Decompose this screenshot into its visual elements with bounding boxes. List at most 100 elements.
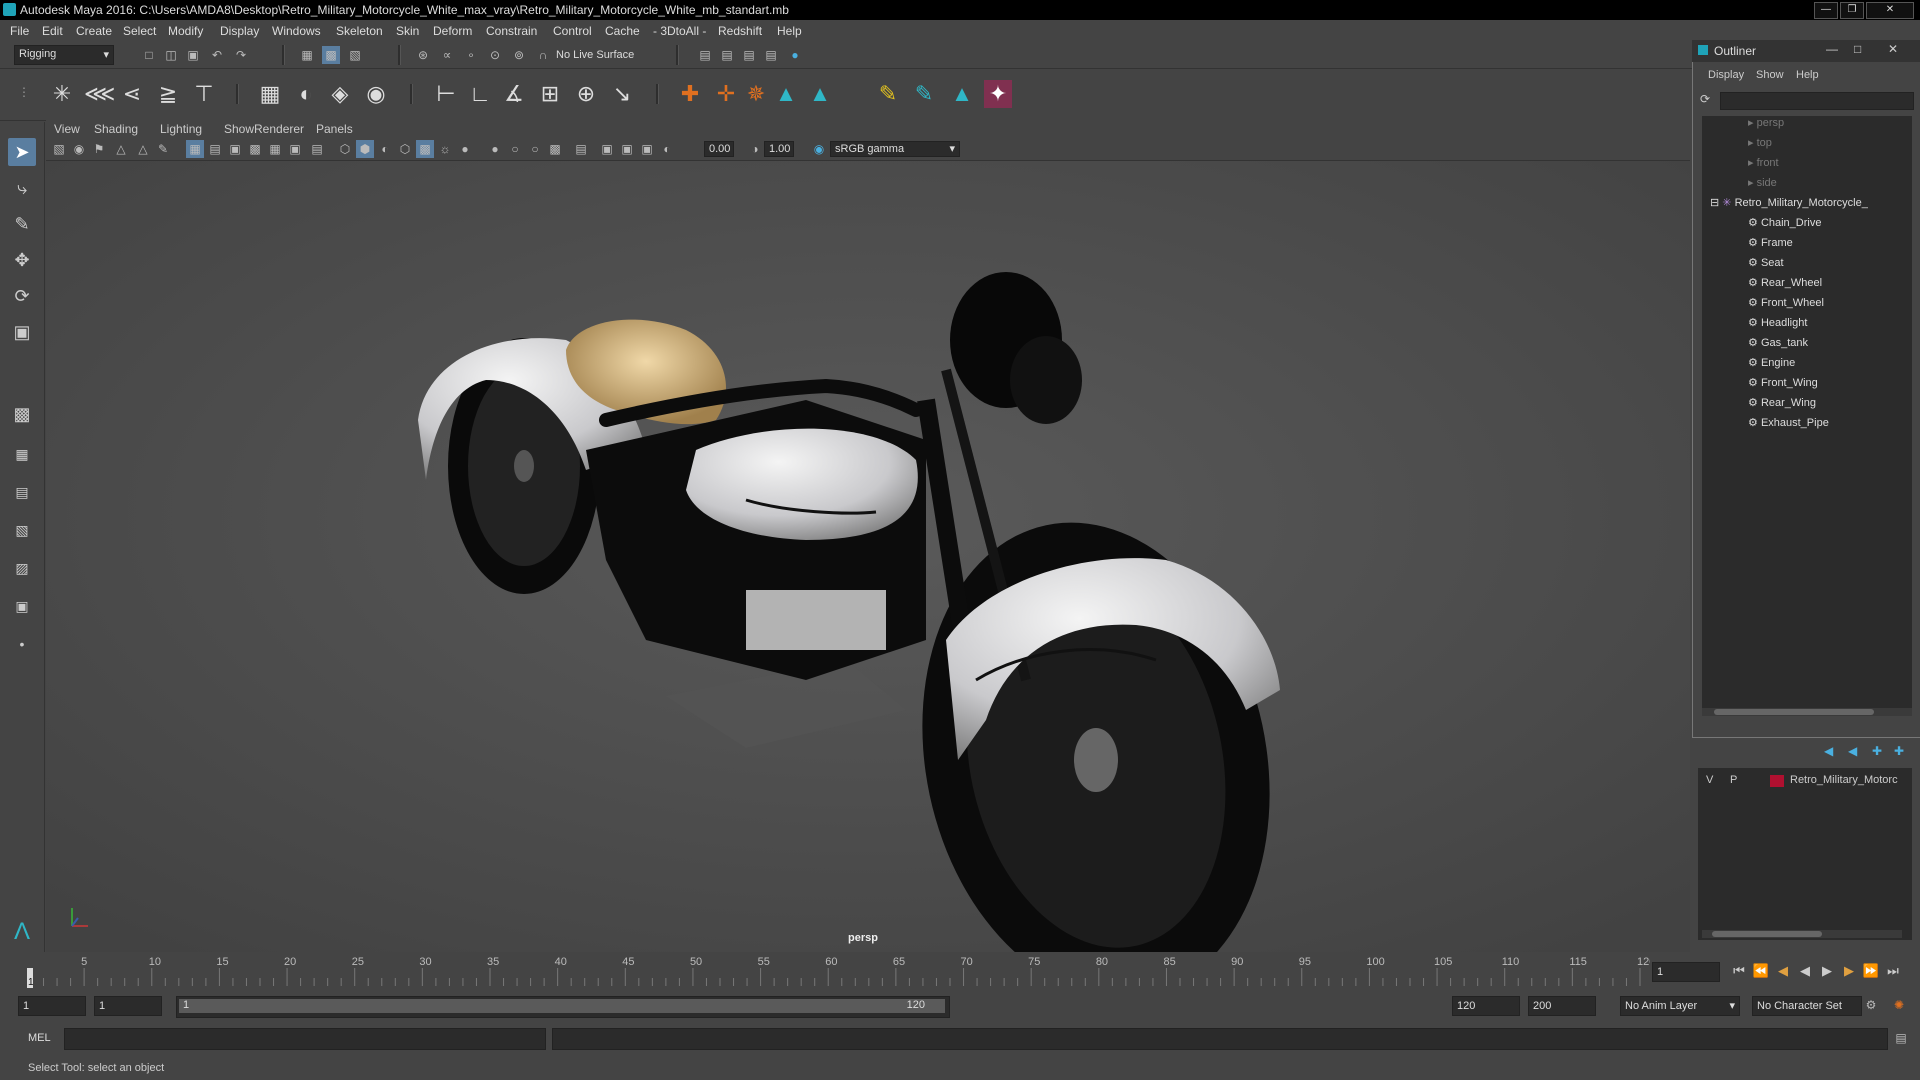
render-frame-icon[interactable]: ▤ [718, 46, 736, 64]
hypershade-layout-icon[interactable]: ▣ [8, 592, 36, 620]
camera-item-front[interactable]: ▸ front [1748, 156, 1779, 174]
character-set-dropdown[interactable]: No Character Set [1752, 996, 1862, 1016]
single-view-layout-icon[interactable]: ▩ [8, 400, 36, 428]
pole-vector-icon[interactable]: ↘ [608, 80, 636, 108]
menu-3dtoall[interactable]: - 3DtoAll - [653, 24, 706, 38]
time-slider[interactable]: 5 10 15 20 25 30 35 40 45 50 55 60 65 70 75 80 85 90 95 100… [0, 952, 1920, 992]
outliner-item-engine[interactable]: ⚙ Engine [1748, 356, 1795, 374]
wireframe-on-shaded-icon[interactable]: ⬡ [396, 140, 414, 158]
maya-script-icon-2[interactable]: ▲ [806, 80, 834, 108]
menu-control[interactable]: Control [553, 24, 592, 38]
menu-redshift[interactable]: Redshift [718, 24, 762, 38]
color-script-icon[interactable]: ✦ [984, 80, 1012, 108]
scrollbar-thumb[interactable] [1712, 931, 1822, 937]
outliner-item-rear-wing[interactable]: ⚙ Rear_Wing [1748, 396, 1816, 414]
field-chart-icon[interactable]: ▦ [266, 140, 284, 158]
grid-icon[interactable]: ▦ [186, 140, 204, 158]
script-editor-icon[interactable]: ▤ [1892, 1029, 1910, 1047]
use-all-lights-icon[interactable]: ☼ [436, 140, 454, 158]
orient-constraint-icon[interactable]: ∡ [500, 80, 528, 108]
go-to-start-icon[interactable]: ⏮ [1730, 962, 1748, 980]
shelf-options-icon[interactable]: ⋮ [18, 78, 30, 106]
smooth-shade-icon[interactable]: ⬢ [356, 140, 374, 158]
maximize-icon[interactable]: ❐ [1840, 2, 1864, 19]
point-constraint-icon[interactable]: ⊢ [432, 80, 460, 108]
scene-render[interactable] [46, 120, 1690, 952]
outliner-menu-help[interactable]: Help [1796, 69, 1819, 81]
outliner-item-gas-tank[interactable]: ⚙ Gas_tank [1748, 336, 1808, 354]
isolate-select-icon[interactable]: ▤ [572, 140, 590, 158]
wireframe-icon[interactable]: ⬡ [336, 140, 354, 158]
outliner-item-front-wheel[interactable]: ⚙ Front_Wheel [1748, 296, 1824, 314]
layer-playback-toggle[interactable]: P [1730, 774, 1737, 786]
shadows-icon[interactable]: ● [456, 140, 474, 158]
maya-script-icon-3[interactable]: ▲ [948, 80, 976, 108]
menu-deform[interactable]: Deform [433, 24, 472, 38]
animation-preferences-icon[interactable]: ✺ [1890, 996, 1908, 1014]
tool-script-icon-1[interactable]: ✎ [874, 80, 902, 108]
camera-select-icon[interactable]: ▧ [50, 140, 68, 158]
color-space-dropdown[interactable]: sRGB gamma ▾ [830, 141, 960, 157]
outliner-hscrollbar[interactable] [1702, 708, 1912, 716]
xray-joints-icon[interactable]: ▣ [618, 140, 636, 158]
current-frame-field[interactable]: 1 [1652, 962, 1720, 982]
playback-start-field[interactable]: 1 [94, 996, 162, 1016]
select-component-icon[interactable]: ▧ [346, 46, 364, 64]
depth-of-field-icon[interactable]: ▩ [546, 140, 564, 158]
locator-icon[interactable]: ✚ [676, 80, 704, 108]
render-settings-icon[interactable]: ▤ [696, 46, 714, 64]
safe-action-icon[interactable]: ▣ [286, 140, 304, 158]
camera-item-side[interactable]: ▸ side [1748, 176, 1777, 194]
new-scene-icon[interactable]: □ [140, 46, 158, 64]
range-slider-track[interactable]: 1 120 [176, 996, 950, 1018]
menu-help[interactable]: Help [777, 24, 802, 38]
menu-windows[interactable]: Windows [272, 24, 321, 38]
anim-layer-dropdown[interactable]: No Anim Layer ▾ [1620, 996, 1740, 1016]
close-icon[interactable]: ✕ [1888, 42, 1898, 56]
menu-file[interactable]: File [10, 24, 29, 38]
animation-start-field[interactable]: 1 [18, 996, 86, 1016]
cluster-icon[interactable]: ◉ [362, 80, 390, 108]
grease-pencil-icon[interactable]: ✎ [154, 140, 172, 158]
viewport-menu-show[interactable]: Show [224, 122, 254, 136]
layer-move-up-icon[interactable]: ◀ [1824, 744, 1833, 758]
outliner-item-chain-drive[interactable]: ⚙ Chain_Drive [1748, 216, 1821, 234]
camera-item-top[interactable]: ▸ top [1748, 136, 1772, 154]
graph-persp-layout-icon[interactable]: ▨ [8, 554, 36, 582]
layer-move-down-icon[interactable]: ◀ [1848, 744, 1857, 758]
more-layouts-icon[interactable]: • [8, 630, 36, 658]
paint-weights-icon[interactable]: ◐ [292, 80, 320, 108]
time-ruler[interactable]: 5 10 15 20 25 30 35 40 45 50 55 60 65 70 75 80 85 90 95 100… [0, 952, 1650, 992]
outliner-menu-display[interactable]: Display [1708, 69, 1744, 81]
undo-icon[interactable]: ↶ [208, 46, 226, 64]
scrollbar-thumb[interactable] [1714, 709, 1874, 715]
move-tool-icon[interactable]: ✥ [8, 246, 36, 274]
outliner-item-seat[interactable]: ⚙ Seat [1748, 256, 1784, 274]
select-hierarchy-icon[interactable]: ▦ [298, 46, 316, 64]
mirror-joint-icon[interactable]: ⊤ [190, 80, 218, 108]
viewport-menu-renderer[interactable]: Renderer [254, 122, 304, 136]
close-icon[interactable]: ✕ [1866, 2, 1914, 19]
redo-icon[interactable]: ↷ [232, 46, 250, 64]
menu-skeleton[interactable]: Skeleton [336, 24, 383, 38]
gamma-icon[interactable]: ◑ [746, 140, 764, 158]
color-management-icon[interactable]: ◉ [810, 140, 828, 158]
viewport-menu-shading[interactable]: Shading [94, 122, 138, 136]
snap-grid-icon[interactable]: ⊛ [414, 46, 432, 64]
rotate-tool-icon[interactable]: ⟳ [8, 282, 36, 310]
mode-select-dropdown[interactable]: Rigging ▾ [14, 45, 114, 65]
new-layer-icon[interactable]: ✚ [1872, 744, 1882, 758]
minimize-icon[interactable]: — [1826, 42, 1838, 56]
hypershade-icon[interactable]: ● [786, 46, 804, 64]
range-slider-bar[interactable]: 1 120 [179, 999, 945, 1013]
insert-joint-icon[interactable]: ≧ [154, 80, 182, 108]
viewport-panel[interactable] [46, 120, 1690, 952]
lasso-tool-icon[interactable]: ⤷ [8, 174, 36, 202]
layer-visibility-toggle[interactable]: V [1706, 774, 1713, 786]
viewport-menu-lighting[interactable]: Lighting [160, 122, 202, 136]
auto-key-icon[interactable]: ⚙ [1862, 996, 1880, 1014]
animation-end-field[interactable]: 200 [1528, 996, 1596, 1016]
refresh-icon[interactable]: ⟳ [1700, 92, 1716, 108]
layer-color-swatch[interactable] [1770, 775, 1784, 787]
viewport-menu-view[interactable]: View [54, 122, 80, 136]
